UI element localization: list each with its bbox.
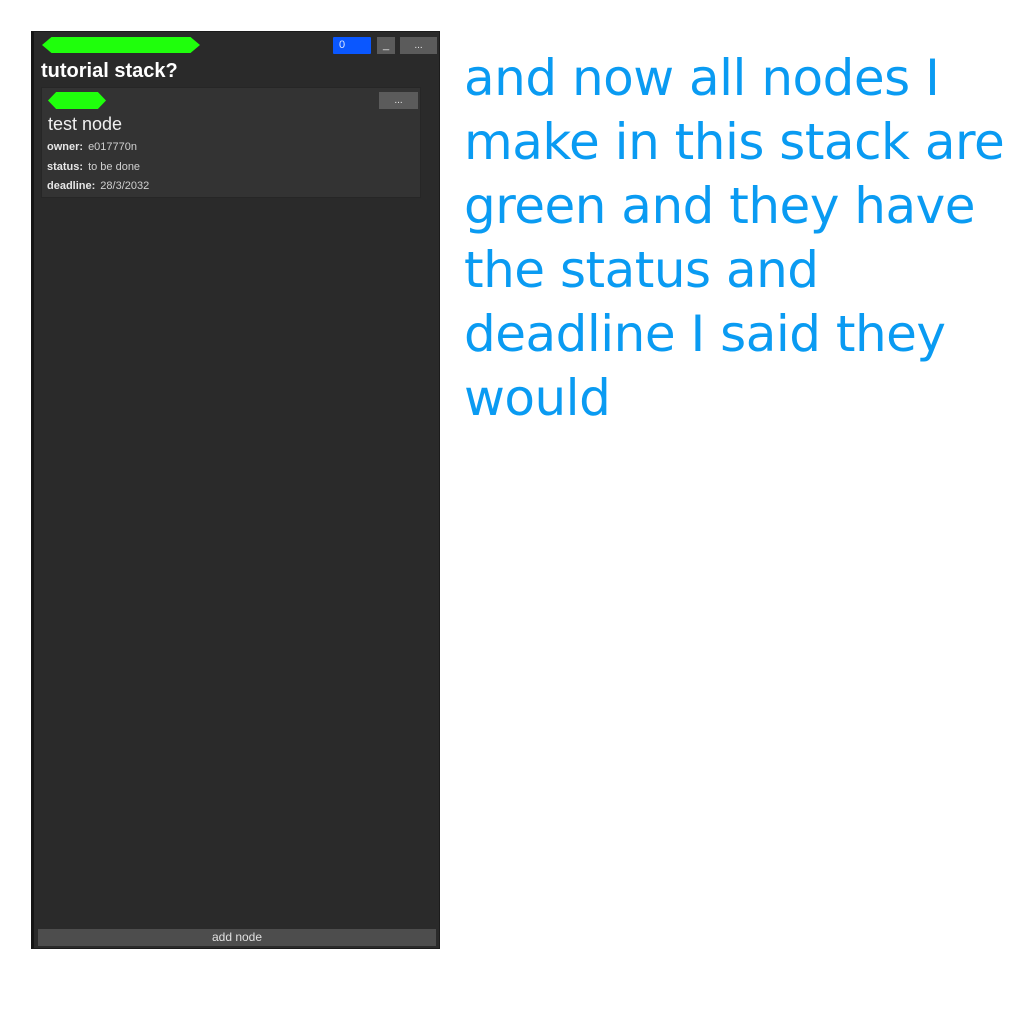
- node-menu-button[interactable]: ...: [379, 92, 418, 109]
- node-count-badge[interactable]: 0: [333, 37, 371, 54]
- status-row: status: to be done: [47, 160, 140, 174]
- stack-title[interactable]: tutorial stack?: [41, 59, 178, 83]
- node-title: test node: [48, 114, 123, 134]
- deadline-label: deadline:: [47, 180, 96, 192]
- stack-panel: 0 _ ... tutorial stack? ... test node ow…: [31, 31, 440, 949]
- owner-value: e017770n: [88, 141, 138, 153]
- stack-menu-button[interactable]: ...: [400, 37, 437, 54]
- status-value: to be done: [88, 161, 141, 173]
- owner-row: owner: e017770n: [47, 140, 137, 154]
- owner-label: owner:: [47, 141, 84, 153]
- node-card[interactable]: ... test node owner: e017770n status: to b…: [41, 87, 421, 198]
- stack-color-tag[interactable]: [42, 37, 200, 53]
- node-color-tag[interactable]: [48, 92, 106, 109]
- status-label: status:: [47, 161, 84, 173]
- add-node-button[interactable]: add node: [38, 929, 436, 946]
- deadline-value: 28/3/2032: [100, 180, 150, 192]
- annotation-caption: and now all nodes I make in this stack a…: [464, 49, 1005, 427]
- deadline-row: deadline: 28/3/2032: [47, 179, 149, 193]
- minimize-button[interactable]: _: [377, 37, 395, 54]
